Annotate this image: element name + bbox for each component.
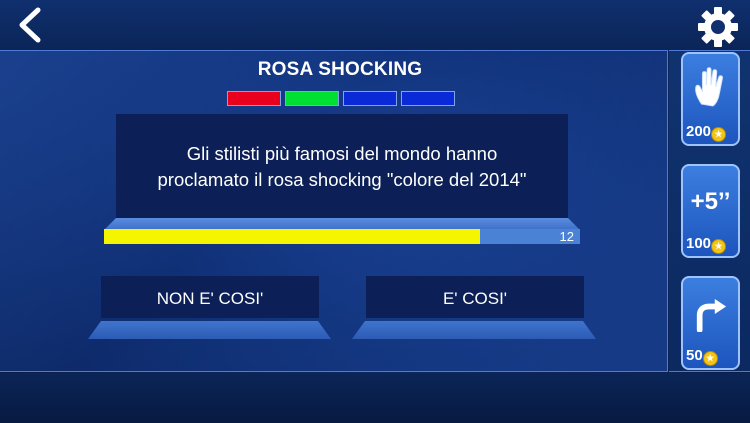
progress-segment-2 [285, 91, 339, 106]
powerup-time-cost: 100 ★ [686, 235, 727, 254]
back-chevron-icon[interactable] [12, 6, 50, 44]
timer-bar: 12 [104, 229, 580, 244]
progress-segment-4 [401, 91, 455, 106]
powerup-hand-button[interactable]: 200 ★ [681, 52, 740, 146]
timer-fill [104, 229, 481, 244]
question-line-2: proclamato il rosa shocking "colore del … [157, 169, 527, 190]
question-line-1: Gli stilisti più famosi del mondo hanno [186, 143, 498, 164]
progress-segment-3 [343, 91, 397, 106]
question-text: Gli stilisti più famosi del mondo hanno … [120, 141, 564, 193]
coin-icon: ★ [711, 239, 727, 254]
top-bar [0, 0, 750, 50]
answer-true-base [352, 321, 596, 339]
coin-icon: ★ [702, 351, 718, 366]
powerup-skip-cost-value: 50 [686, 347, 703, 364]
answer-false-button[interactable]: NON E' COSI' [101, 276, 319, 318]
coin-icon: ★ [711, 127, 727, 142]
powerup-time-button[interactable]: +5’’ 100 ★ [681, 164, 740, 258]
timer-value: 12 [559, 229, 574, 244]
powerup-time-cost-value: 100 [686, 235, 712, 252]
powerup-hand-cost-value: 200 [686, 123, 712, 140]
hand-icon [695, 67, 724, 107]
progress-segment-1 [227, 91, 281, 106]
skip-arrow-icon [696, 298, 727, 332]
powerup-skip-cost: 50 ★ [686, 347, 718, 366]
gear-icon[interactable] [697, 6, 739, 48]
answer-false-base [88, 321, 331, 339]
question-title: ROSA SHOCKING [257, 59, 423, 80]
powerup-hand-cost: 200 ★ [686, 123, 727, 142]
powerup-skip-button[interactable]: 50 ★ [681, 276, 740, 370]
plus-five-seconds-label: +5’’ [690, 188, 731, 215]
bottom-bar [0, 373, 750, 423]
answer-true-button[interactable]: E' COSI' [366, 276, 584, 318]
